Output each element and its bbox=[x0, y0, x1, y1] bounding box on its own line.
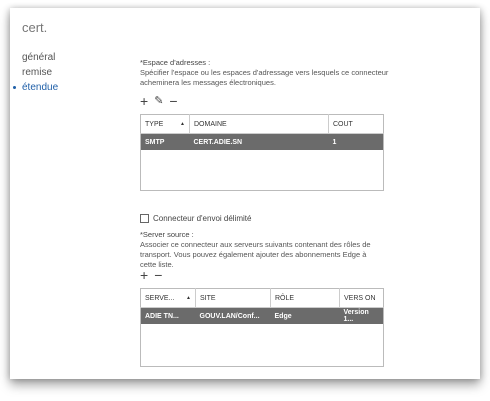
cell-domain: CERT.ADIE.SN bbox=[189, 133, 329, 150]
add-address-icon[interactable]: + bbox=[140, 94, 148, 108]
column-header-domain[interactable]: DOMAINE bbox=[189, 114, 329, 134]
scoped-connector-checkbox[interactable] bbox=[140, 214, 149, 223]
table-row[interactable]: SMTP CERT.ADIE.SN 1 bbox=[140, 133, 384, 150]
cell-type: SMTP bbox=[140, 133, 190, 150]
cell-server: ADIE TN... bbox=[140, 307, 196, 324]
address-table: TYPE ▲ DOMAINE COUT SMTP CERT.ADIE.SN 1 bbox=[140, 114, 384, 191]
scoped-connector-option[interactable]: Connecteur d'envoi délimité bbox=[140, 214, 251, 223]
cell-cost: 1 bbox=[328, 133, 384, 150]
add-server-icon[interactable]: + bbox=[140, 268, 148, 282]
cell-version: Version 1... bbox=[339, 307, 384, 324]
column-header-server[interactable]: SERVE... ▲ bbox=[140, 288, 196, 308]
cell-site: GOUV.LAN/Conf... bbox=[195, 307, 271, 324]
source-server-label: *Server source : bbox=[140, 230, 194, 239]
empty-table-area bbox=[141, 150, 384, 191]
nav-item-etendue[interactable]: étendue bbox=[13, 80, 59, 95]
active-indicator-icon bbox=[13, 86, 16, 89]
server-toolbar: + − bbox=[140, 268, 162, 282]
column-header-site[interactable]: SITE bbox=[195, 288, 271, 308]
column-header-version[interactable]: VERS ON bbox=[339, 288, 384, 308]
nav-item-general[interactable]: général bbox=[22, 50, 58, 65]
nav-item-remise[interactable]: remise bbox=[22, 65, 58, 80]
column-header-role[interactable]: RÔLE bbox=[270, 288, 340, 308]
cell-role: Edge bbox=[270, 307, 340, 324]
scoped-connector-label: Connecteur d'envoi délimité bbox=[153, 214, 252, 223]
sort-ascending-icon: ▲ bbox=[180, 120, 185, 127]
window: cert. général remise étendue *Espace d'a… bbox=[10, 8, 480, 379]
remove-address-icon[interactable]: − bbox=[169, 94, 177, 108]
address-space-section: *Espace d'adresses : Spécifier l'espace … bbox=[140, 58, 400, 88]
server-table: SERVE... ▲ SITE RÔLE VERS ON ADIE TN... … bbox=[140, 288, 384, 367]
page-title: cert. bbox=[22, 20, 48, 35]
address-toolbar: + ✎ − bbox=[140, 94, 178, 108]
left-nav: général remise étendue bbox=[13, 50, 59, 95]
column-header-cost[interactable]: COUT bbox=[328, 114, 384, 134]
address-space-label: *Espace d'adresses : bbox=[140, 58, 211, 67]
empty-table-area bbox=[141, 324, 384, 367]
edit-address-icon[interactable]: ✎ bbox=[154, 94, 163, 108]
column-header-type[interactable]: TYPE ▲ bbox=[140, 114, 190, 134]
nav-item-etendue-label: étendue bbox=[22, 82, 59, 93]
source-server-section: *Server source : Associer ce connecteur … bbox=[140, 230, 380, 270]
remove-server-icon[interactable]: − bbox=[154, 268, 162, 282]
sort-ascending-icon: ▲ bbox=[186, 294, 191, 301]
table-row[interactable]: ADIE TN... GOUV.LAN/Conf... Edge Version… bbox=[140, 307, 384, 324]
source-server-description: Associer ce connecteur aux serveurs suiv… bbox=[140, 240, 371, 269]
address-space-description: Spécifier l'espace ou les espaces d'adre… bbox=[140, 68, 389, 87]
